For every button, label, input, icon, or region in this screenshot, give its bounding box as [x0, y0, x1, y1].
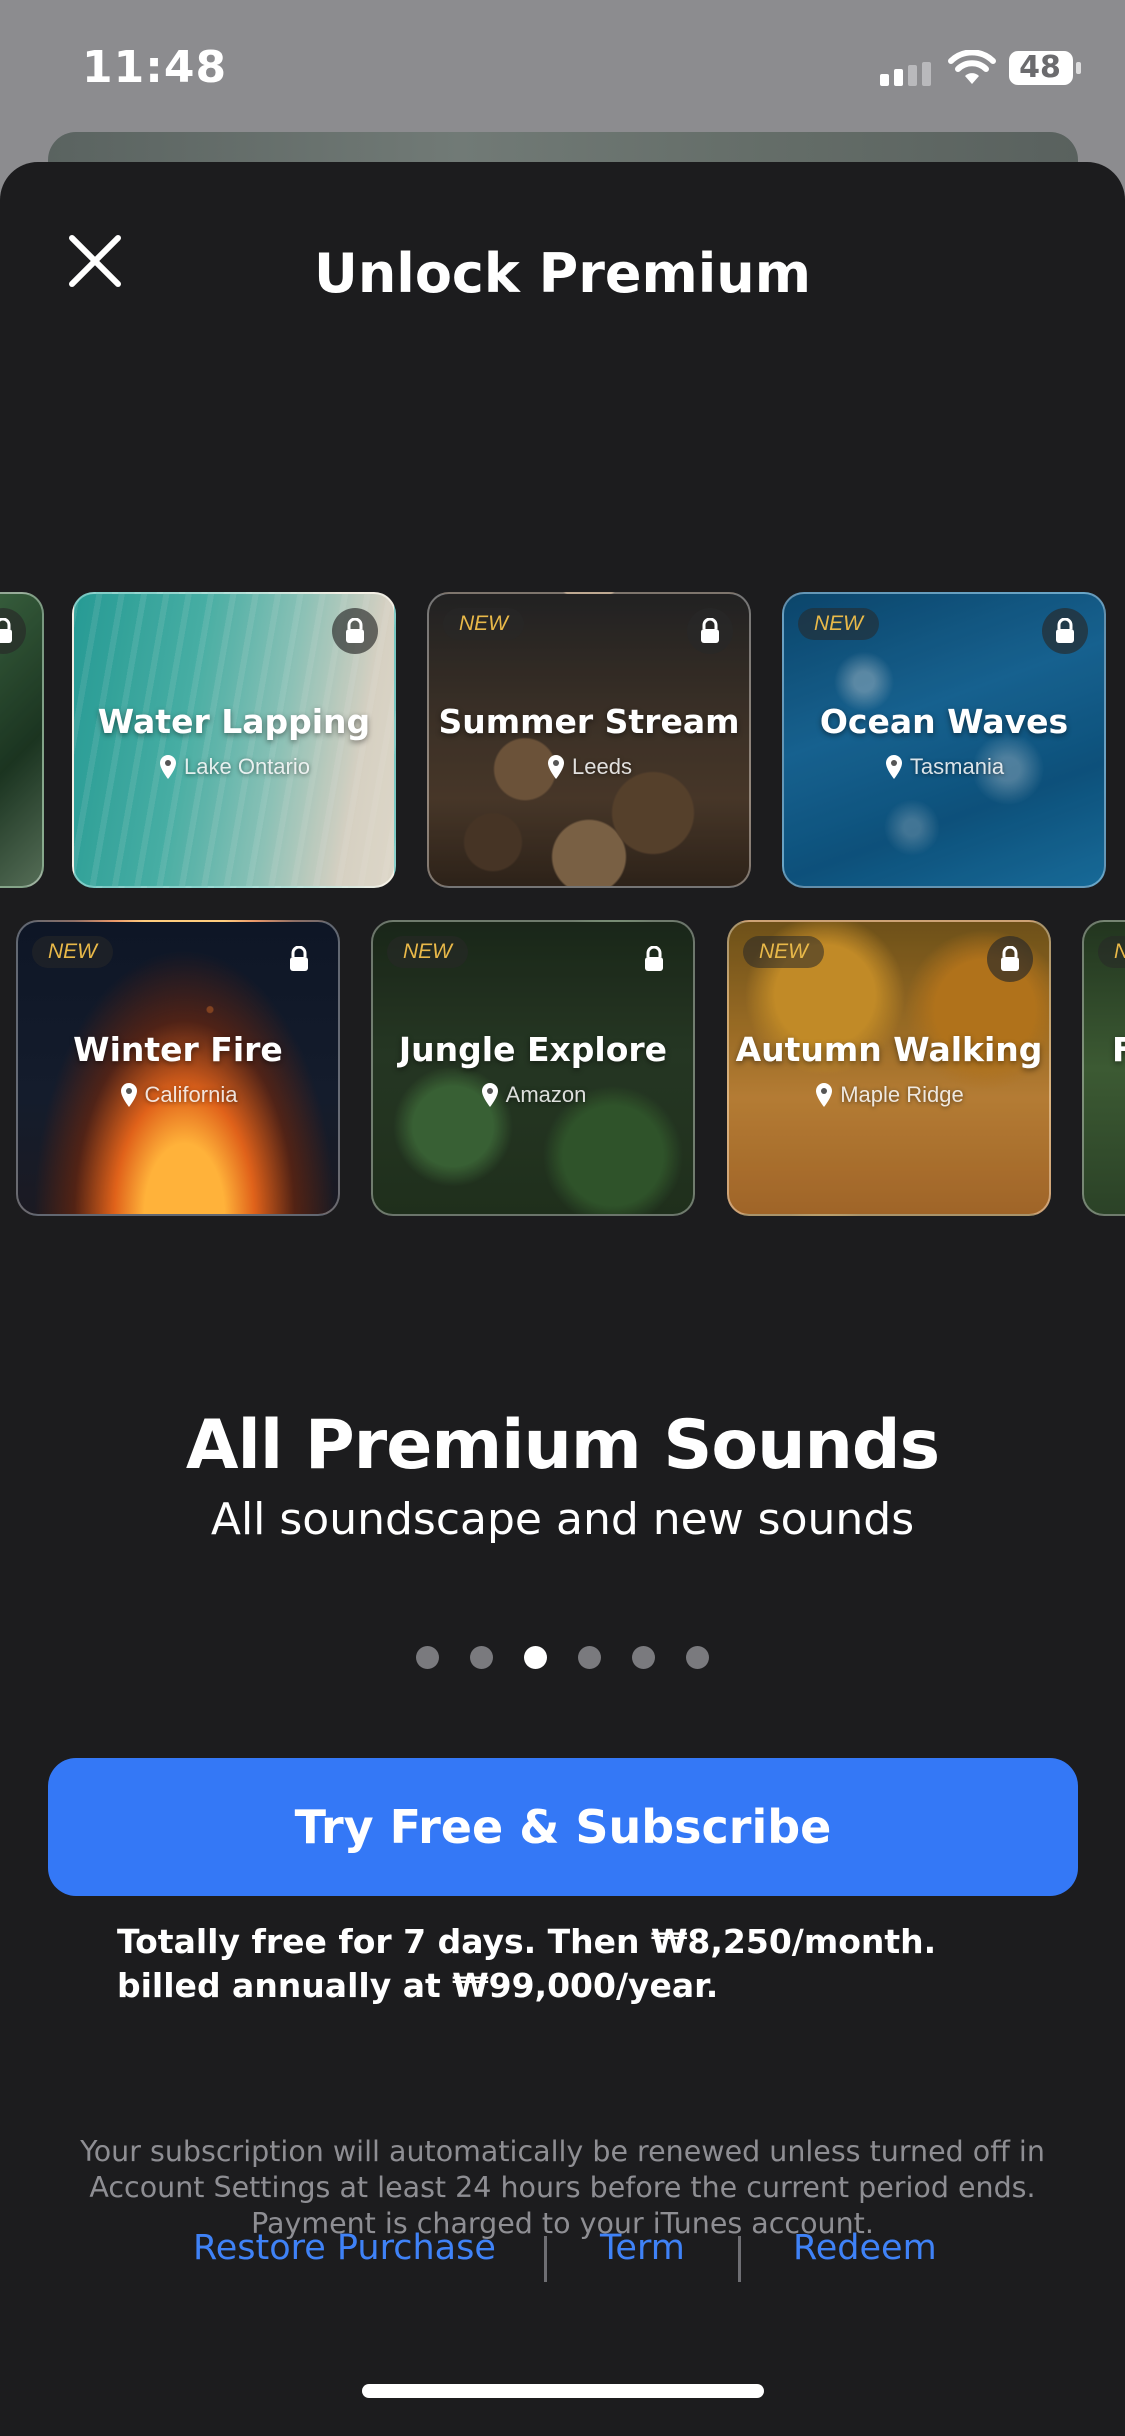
- new-badge: NEW: [1098, 936, 1125, 968]
- sound-card-location: Amazon: [373, 1082, 693, 1108]
- sound-card-location-text: California: [144, 1082, 238, 1107]
- sound-card-water-lapping[interactable]: Water Lapping Lake Ontario: [72, 592, 396, 888]
- try-free-subscribe-button[interactable]: Try Free & Subscribe: [48, 1758, 1078, 1896]
- sound-card-title: Water Lapping: [97, 702, 371, 741]
- sound-card-title: Jungle Explore: [398, 1030, 668, 1069]
- cellular-signal-icon: [880, 62, 931, 86]
- sound-card-location-text: Maple Ridge: [840, 1082, 964, 1107]
- pricing-text: Totally free for 7 days. Then ₩8,250/mon…: [117, 1922, 937, 2005]
- lock-icon: [1042, 608, 1088, 654]
- sound-card-winter-fire[interactable]: NEW Winter Fire California: [16, 920, 340, 1216]
- page-indicator[interactable]: [0, 1646, 1125, 1670]
- sound-carousel-row-1[interactable]: Water Lapping Lake Ontario NEW Summer St…: [0, 592, 1125, 892]
- sound-card-location: Maple Ridge: [729, 1082, 1049, 1108]
- location-pin-icon: [548, 755, 565, 779]
- location-pin-icon: [885, 755, 902, 779]
- lock-icon: [276, 936, 322, 982]
- location-pin-icon: [160, 755, 177, 779]
- sound-card-title: Autumn Walking: [735, 1030, 1043, 1069]
- divider: [544, 2236, 547, 2282]
- page-dot[interactable]: [686, 1646, 709, 1669]
- sound-card-ocean-waves[interactable]: NEW Ocean Waves Tasmania: [782, 592, 1106, 888]
- sound-card-title: Winter Fire: [73, 1030, 283, 1069]
- battery-level: 48: [1019, 50, 1061, 85]
- new-badge: NEW: [443, 608, 524, 640]
- feature-subtitle: All soundscape and new sounds: [210, 1494, 915, 1545]
- feature-title: All Premium Sounds: [185, 1406, 940, 1485]
- redeem-link[interactable]: Redeem: [793, 2228, 937, 2268]
- page-title: Unlock Premium: [314, 242, 811, 305]
- status-bar: 11:48 48: [0, 0, 1125, 140]
- sound-card-location: Tasmania: [784, 754, 1104, 780]
- sound-card-title: Summer Stream: [438, 702, 740, 741]
- status-time: 11:48: [82, 42, 228, 93]
- legal-text: Your subscription will automatically be …: [80, 2135, 1045, 2240]
- page-dot[interactable]: [470, 1646, 493, 1669]
- page-dot-active[interactable]: [524, 1646, 547, 1669]
- page-dot[interactable]: [416, 1646, 439, 1669]
- new-badge: NEW: [387, 936, 468, 968]
- lock-icon: [631, 936, 677, 982]
- sound-card-summer-stream[interactable]: NEW Summer Stream Leeds: [427, 592, 751, 888]
- footer-links: Restore Purchase Term Redeem: [0, 2228, 1125, 2288]
- sound-carousel-row-2[interactable]: NEW Winter Fire California NEW Jungle Ex…: [0, 920, 1125, 1220]
- divider: [738, 2236, 741, 2282]
- sound-card[interactable]: NEW F: [1082, 920, 1125, 1216]
- sound-card-location-text: Leeds: [572, 754, 632, 779]
- sound-card-location-text: Tasmania: [909, 754, 1005, 779]
- new-badge: NEW: [32, 936, 113, 968]
- sound-card-title: Ocean Waves: [819, 702, 1069, 741]
- sound-card-location: Leeds: [429, 754, 749, 780]
- sound-card-title: F: [1112, 1030, 1125, 1069]
- lock-icon: [687, 608, 733, 654]
- home-indicator[interactable]: [362, 2384, 764, 2398]
- sound-card-jungle-explore[interactable]: NEW Jungle Explore Amazon: [371, 920, 695, 1216]
- sound-card-location-text: Lake Ontario: [184, 754, 310, 779]
- sound-card-location-text: Amazon: [505, 1082, 587, 1107]
- sound-card-location: Lake Ontario: [74, 754, 394, 780]
- location-pin-icon: [120, 1083, 137, 1107]
- page-dot[interactable]: [578, 1646, 601, 1669]
- term-link[interactable]: Term: [600, 2228, 685, 2268]
- lock-icon: [332, 608, 378, 654]
- sound-card-location: California: [18, 1082, 338, 1108]
- location-pin-icon: [816, 1083, 833, 1107]
- wifi-icon: [948, 50, 996, 84]
- new-badge: NEW: [798, 608, 879, 640]
- sound-card-autumn-walking[interactable]: NEW Autumn Walking Maple Ridge: [727, 920, 1051, 1216]
- new-badge: NEW: [743, 936, 824, 968]
- premium-sheet: Unlock Premium Water Lapping Lake Ontari…: [0, 162, 1125, 2436]
- page-dot[interactable]: [632, 1646, 655, 1669]
- lock-icon: [987, 936, 1033, 982]
- location-pin-icon: [481, 1083, 498, 1107]
- restore-purchase-link[interactable]: Restore Purchase: [193, 2228, 496, 2268]
- sound-card[interactable]: [0, 592, 44, 888]
